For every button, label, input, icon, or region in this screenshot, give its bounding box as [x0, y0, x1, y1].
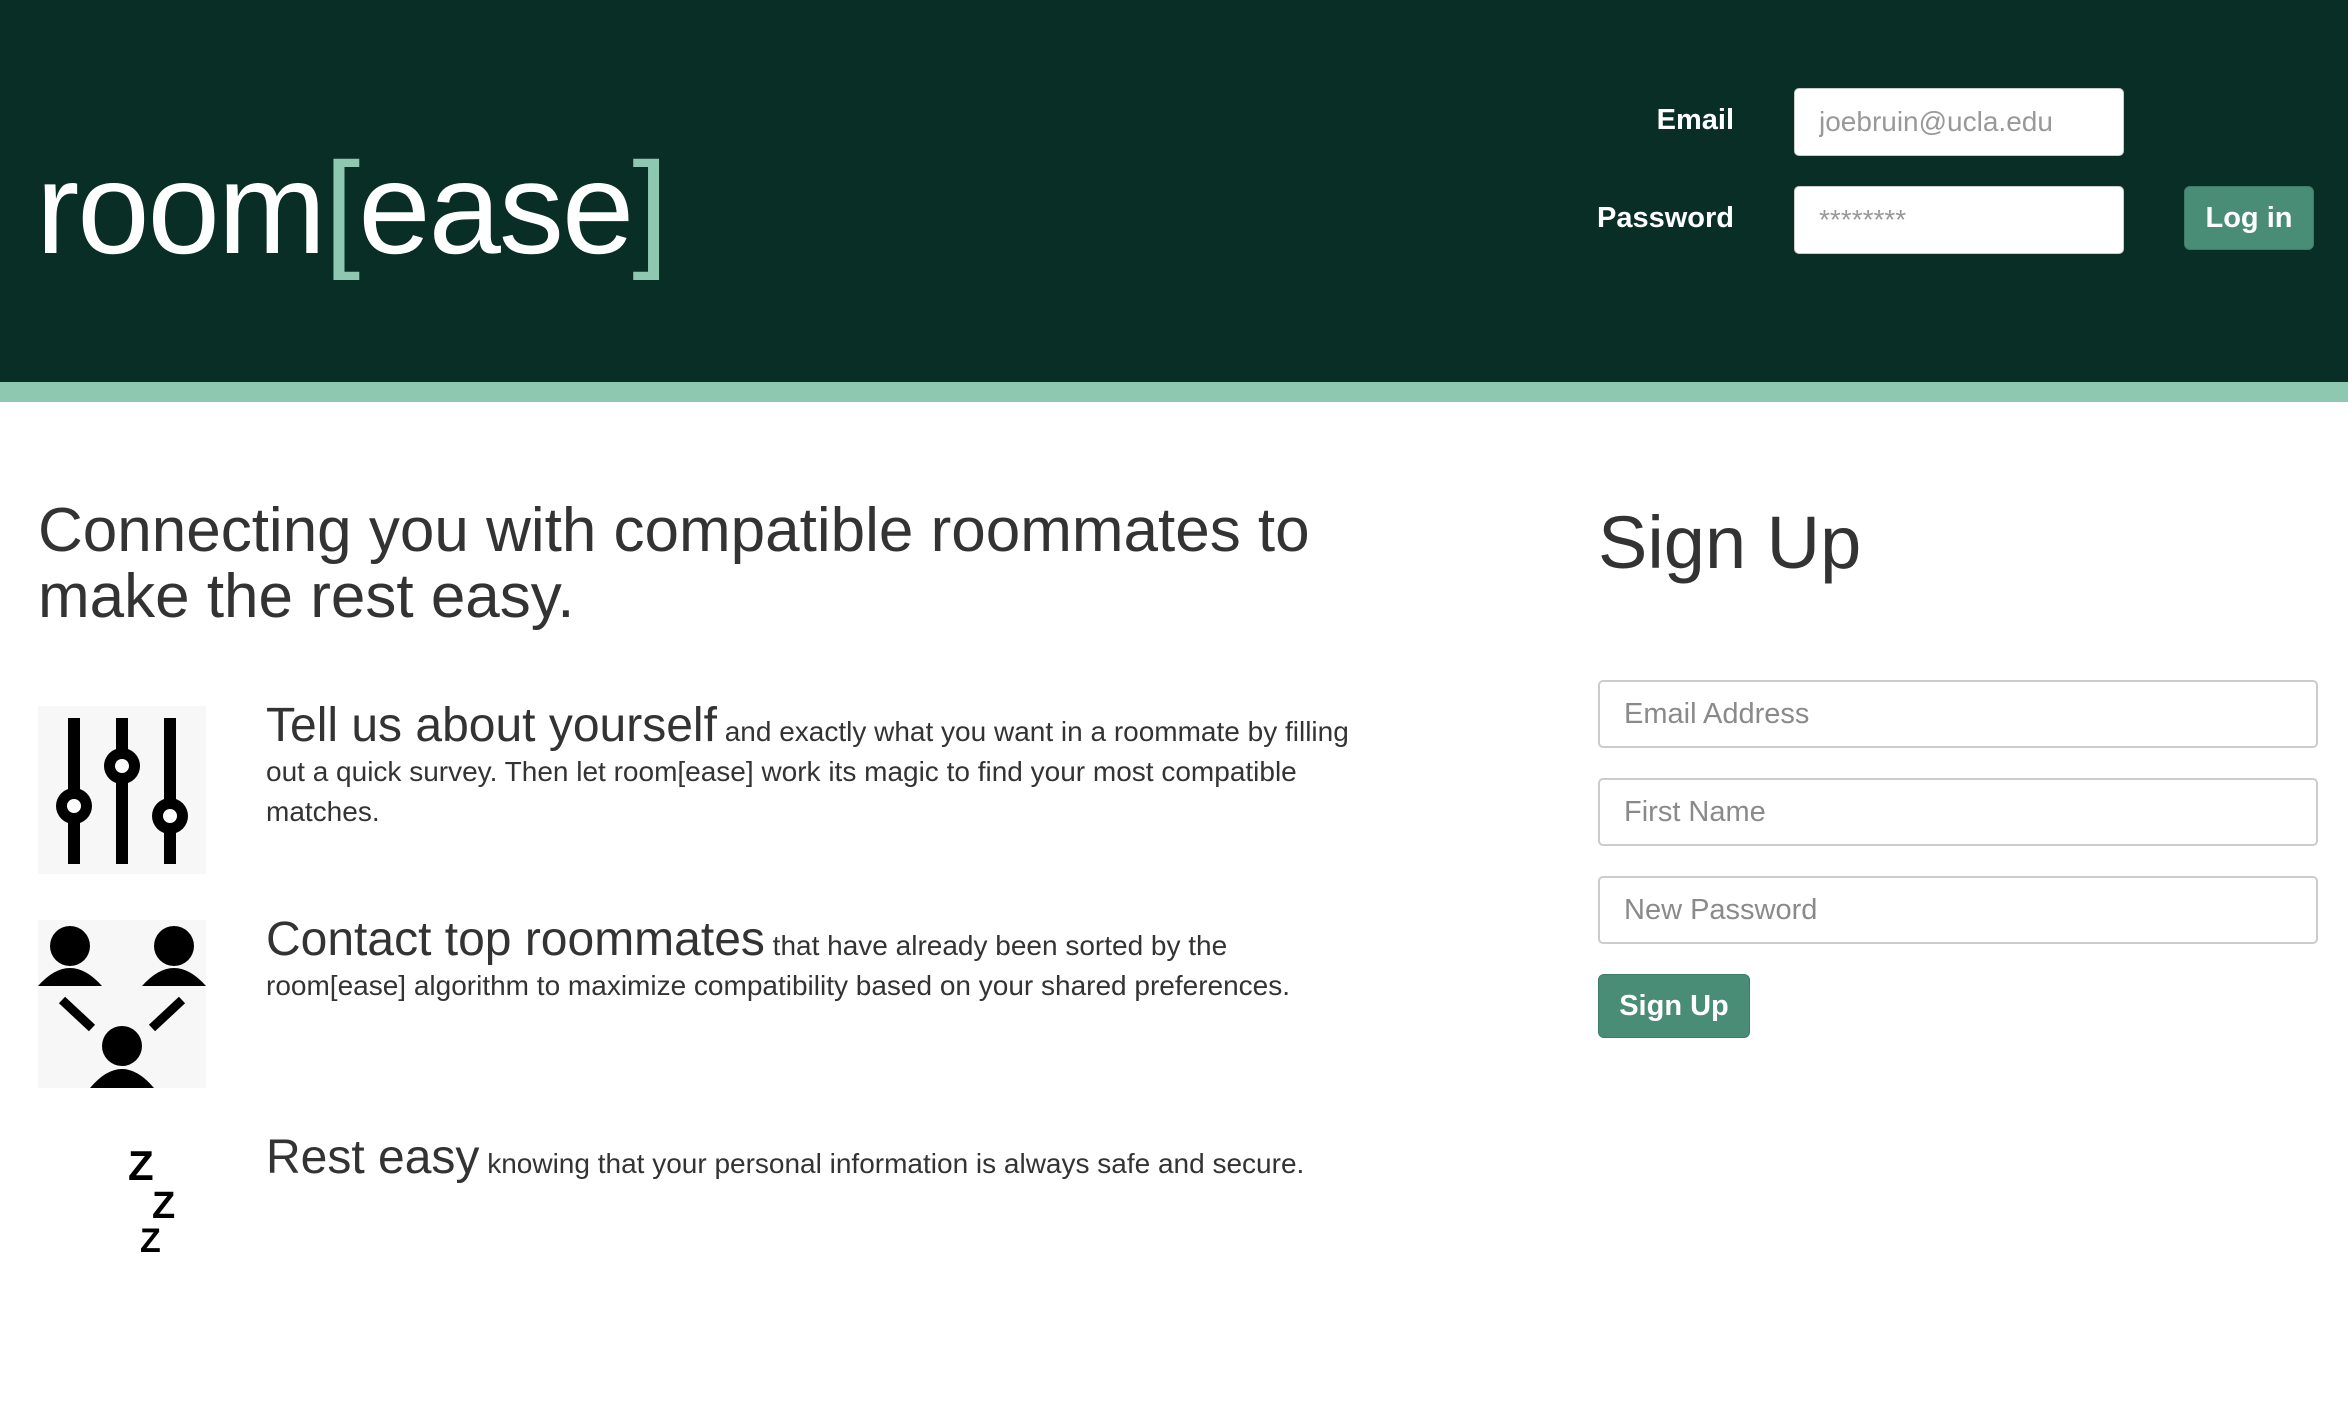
logo-close-bracket: ]	[632, 135, 668, 281]
svg-text:Z: Z	[152, 1185, 175, 1227]
svg-text:Z: Z	[140, 1222, 161, 1260]
moon-sleep-icon: Z Z Z	[74, 1142, 198, 1291]
signup-button[interactable]: Sign Up	[1598, 974, 1750, 1038]
login-email-input[interactable]	[1794, 88, 2124, 156]
login-email-label: Email	[1656, 104, 1734, 136]
feature-survey-title: Tell us about yourself	[266, 699, 717, 752]
login-password-label: Password	[1597, 202, 1734, 234]
logo-ease: ease	[358, 135, 634, 281]
svg-text:Z: Z	[128, 1142, 154, 1189]
signup-title: Sign Up	[1598, 501, 1862, 584]
page-tagline: Connecting you with compatible roommates…	[38, 496, 1310, 631]
signup-password-input[interactable]	[1598, 876, 2318, 944]
feature-survey-text: Tell us about yourself and exactly what …	[266, 702, 1366, 832]
login-button[interactable]: Log in	[2184, 186, 2314, 250]
signup-email-input[interactable]	[1598, 680, 2318, 748]
top-header: room[ease] Email Password Log in	[0, 0, 2348, 382]
feature-contact-title: Contact top roommates	[266, 913, 765, 966]
feature-contact-text: Contact top roommates that have already …	[266, 916, 1366, 1006]
feature-rest-easy-text: Rest easy knowing that your personal inf…	[266, 1134, 1366, 1184]
logo-room: room	[36, 135, 326, 281]
logo-open-bracket: [	[324, 135, 360, 281]
feature-rest-easy-description: knowing that your personal information i…	[479, 1148, 1305, 1179]
feature-rest-easy-title: Rest easy	[266, 1131, 480, 1184]
header-accent-stripe	[0, 382, 2348, 402]
login-password-input[interactable]	[1794, 186, 2124, 254]
signup-first-name-input[interactable]	[1598, 778, 2318, 846]
sliders-icon	[38, 706, 206, 874]
logo[interactable]: room[ease]	[36, 118, 668, 298]
people-connect-icon	[38, 920, 206, 1088]
